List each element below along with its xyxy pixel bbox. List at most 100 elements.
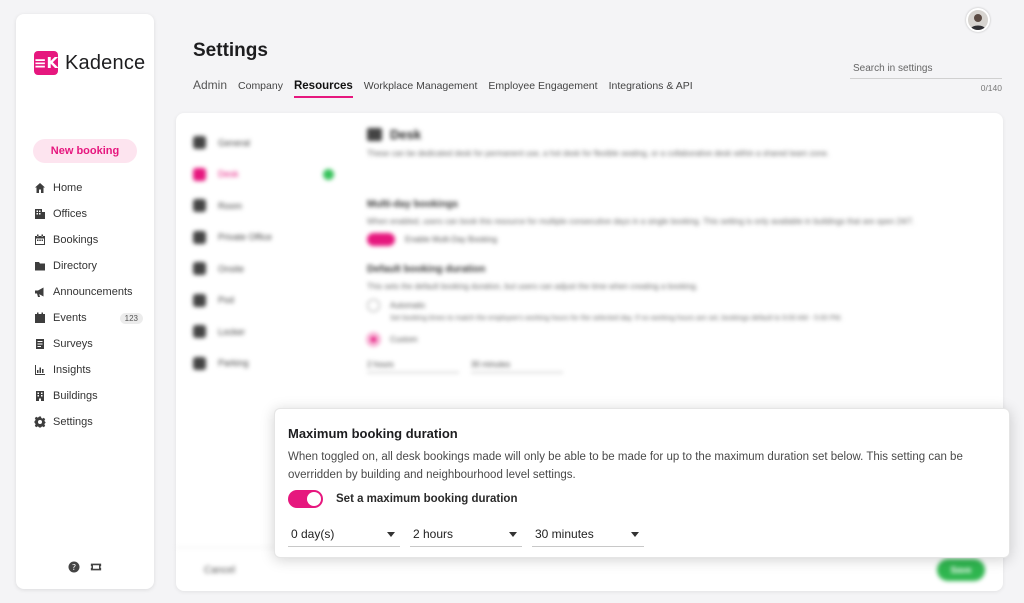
- default-duration-description: This sets the default booking duration, …: [367, 282, 698, 292]
- search-input[interactable]: [850, 59, 1002, 79]
- avatar[interactable]: [966, 8, 990, 32]
- new-booking-button[interactable]: New booking: [33, 139, 137, 163]
- logo[interactable]: ≡K Kadence: [34, 51, 145, 75]
- resource-label: Pod: [218, 295, 235, 306]
- car-icon: [193, 356, 206, 370]
- help-icon[interactable]: ?: [68, 560, 80, 578]
- tab-integrations-api[interactable]: Integrations & API: [609, 80, 693, 96]
- resource-list: General Desk Room Private Office Onsite …: [193, 127, 343, 379]
- building-icon: [33, 390, 46, 403]
- max-duration-toggle-row: Set a maximum booking duration: [288, 490, 517, 508]
- save-button[interactable]: Save: [937, 559, 985, 581]
- automatic-radio[interactable]: [367, 298, 380, 312]
- tab-company[interactable]: Company: [238, 80, 283, 96]
- sidebar-item-buildings[interactable]: Buildings: [33, 383, 143, 409]
- days-select[interactable]: 0 day(s): [288, 522, 400, 547]
- ticket-icon[interactable]: [90, 560, 102, 578]
- custom-radio[interactable]: [367, 333, 380, 347]
- minutes-select[interactable]: 30 minutes: [532, 522, 644, 547]
- max-duration-toggle-label: Set a maximum booking duration: [336, 493, 518, 505]
- custom-duration-selects: 2 hours 30 minutes: [367, 360, 987, 374]
- desk-icon: [193, 167, 206, 181]
- tab-resources[interactable]: Resources: [293, 80, 353, 98]
- sidebar-footer: ?: [68, 560, 102, 578]
- default-duration-title: Default booking duration: [367, 264, 486, 276]
- custom-hours-select[interactable]: 2 hours: [367, 360, 459, 374]
- locker-icon: [193, 325, 206, 339]
- max-booking-duration-card: Maximum booking duration When toggled on…: [274, 408, 1010, 558]
- resource-item-parking[interactable]: Parking: [193, 348, 343, 380]
- days-select-value: 0 day(s): [291, 527, 335, 541]
- events-count-badge: 123: [119, 312, 143, 324]
- desk-heading: Desk: [367, 127, 987, 142]
- resource-label: Locker: [218, 326, 246, 337]
- home-icon: [33, 182, 46, 195]
- megaphone-icon: [33, 286, 46, 299]
- svg-text:?: ?: [72, 563, 76, 572]
- offices-icon: [33, 208, 46, 221]
- survey-icon: [33, 338, 46, 351]
- minutes-select-value: 30 minutes: [535, 527, 594, 541]
- resource-item-desk[interactable]: Desk: [193, 159, 343, 191]
- desk-description: These can be dedicated desk for permanen…: [367, 149, 830, 158]
- tab-employee-engagement[interactable]: Employee Engagement: [488, 80, 597, 96]
- chevron-down-icon: [631, 531, 639, 537]
- sidebar-item-label: Surveys: [53, 338, 93, 350]
- sidebar-item-label: Bookings: [53, 234, 99, 246]
- tab-admin[interactable]: Admin: [193, 78, 227, 96]
- resource-item-locker[interactable]: Locker: [193, 316, 343, 348]
- desk-title: Desk: [390, 127, 422, 142]
- chart-icon: [33, 364, 46, 377]
- custom-minutes-select[interactable]: 30 minutes: [471, 360, 563, 374]
- max-duration-selects: 0 day(s) 2 hours 30 minutes: [288, 522, 644, 547]
- resource-label: General: [218, 137, 251, 148]
- desk-icon: [367, 128, 382, 141]
- tab-workplace-management[interactable]: Workplace Management: [364, 80, 478, 96]
- sidebar-item-directory[interactable]: Directory: [33, 253, 143, 279]
- gear-icon: [193, 136, 206, 150]
- sidebar-item-label: Home: [53, 182, 83, 194]
- sidebar-item-label: Directory: [53, 260, 98, 272]
- resource-label: Onsite: [218, 263, 245, 274]
- multi-day-description: When enabled, users can book this resour…: [367, 217, 915, 227]
- active-status-dot: [323, 168, 334, 180]
- resource-item-pod[interactable]: Pod: [193, 285, 343, 317]
- directory-icon: [33, 260, 46, 273]
- resource-item-onsite[interactable]: Onsite: [193, 253, 343, 285]
- multi-day-title: Multi-day bookings: [367, 199, 459, 211]
- sidebar-item-home[interactable]: Home: [33, 175, 143, 201]
- max-duration-toggle[interactable]: [288, 490, 323, 508]
- search-char-count: 0/140: [980, 83, 1002, 93]
- sidebar-item-insights[interactable]: Insights: [33, 357, 143, 383]
- resource-item-private-office[interactable]: Private Office: [193, 222, 343, 254]
- custom-label: Custom: [390, 335, 418, 345]
- logo-text: Kadence: [65, 51, 146, 74]
- hours-select[interactable]: 2 hours: [410, 522, 522, 547]
- office-icon: [193, 230, 206, 244]
- sidebar-item-settings[interactable]: Settings: [33, 409, 143, 435]
- sidebar-item-label: Announcements: [53, 286, 133, 298]
- resource-item-room[interactable]: Room: [193, 190, 343, 222]
- sidebar-item-surveys[interactable]: Surveys: [33, 331, 143, 357]
- multi-day-toggle[interactable]: [367, 233, 395, 247]
- sidebar-nav: Home Offices Bookings Directory Announce…: [33, 175, 143, 435]
- sidebar-item-announcements[interactable]: Announcements: [33, 279, 143, 305]
- resource-item-general[interactable]: General: [193, 127, 343, 159]
- max-duration-title: Maximum booking duration: [288, 426, 458, 441]
- cancel-button[interactable]: Cancel: [204, 565, 235, 576]
- user-avatar-icon: [970, 14, 986, 30]
- automatic-label: Automatic: [390, 300, 426, 310]
- sidebar-item-offices[interactable]: Offices: [33, 201, 143, 227]
- custom-option: Custom: [367, 333, 987, 347]
- max-duration-description: When toggled on, all desk bookings made …: [288, 451, 963, 481]
- automatic-description: Set booking times to match the employee'…: [390, 314, 843, 322]
- toggle-knob: [307, 492, 321, 506]
- events-icon: [33, 312, 46, 325]
- multi-day-toggle-row: Enable Multi-Day Booking: [367, 233, 987, 247]
- sidebar-item-events[interactable]: Events 123: [33, 305, 143, 331]
- automatic-option: Automatic: [367, 298, 987, 312]
- resource-label: Room: [218, 200, 243, 211]
- settings-tabs: Admin Company Resources Workplace Manage…: [193, 78, 693, 98]
- kadence-logo-icon: ≡K: [34, 51, 58, 75]
- sidebar-item-bookings[interactable]: Bookings: [33, 227, 143, 253]
